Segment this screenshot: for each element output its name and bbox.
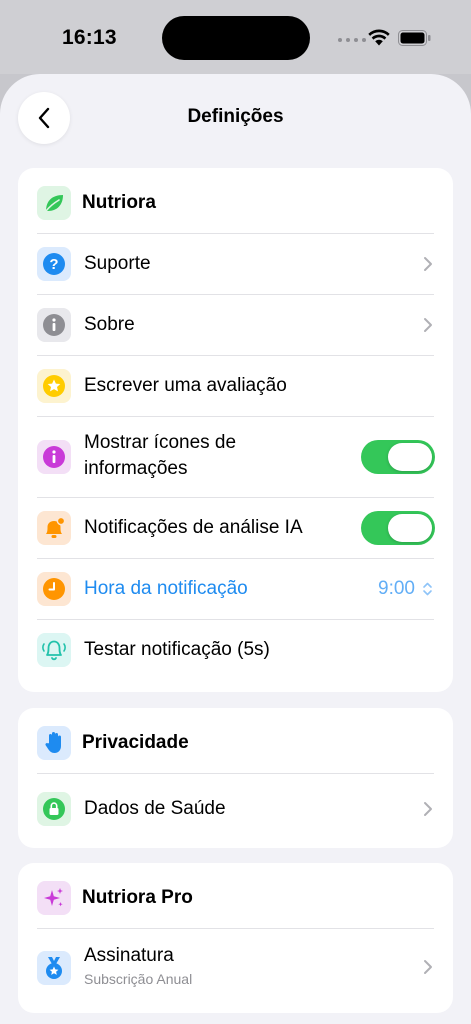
- notification-time-label: Hora da notificação: [84, 578, 248, 599]
- health-data-row[interactable]: Dados de Saúde: [18, 774, 453, 844]
- cellular-signal-icon: [338, 38, 366, 42]
- test-notification-label: Testar notificação (5s): [84, 639, 270, 660]
- status-time: 16:13: [62, 26, 117, 49]
- chevron-right-icon: [424, 318, 432, 332]
- medal-icon: [37, 951, 71, 985]
- support-row[interactable]: ? Suporte: [18, 234, 453, 294]
- section-header-nutriora: Nutriora: [82, 192, 156, 213]
- write-review-row[interactable]: Escrever uma avaliação: [18, 356, 453, 416]
- show-info-icons-row: Mostrar ícones de informações: [18, 417, 453, 497]
- bell-ringing-icon: [37, 633, 71, 667]
- dynamic-island: [162, 16, 310, 60]
- show-info-icons-label-line2: informações: [84, 458, 188, 479]
- subscription-row[interactable]: Assinatura Subscrição Anual: [18, 929, 453, 1009]
- settings-sheet: Definições Nutriora ? Suporte Sobre Escr…: [0, 74, 471, 1024]
- battery-icon: [398, 30, 431, 46]
- page-title: Definições: [187, 106, 284, 127]
- hand-raised-icon: [37, 726, 71, 760]
- subscription-plan-label: Subscrição Anual: [84, 971, 193, 987]
- svg-text:?: ?: [49, 256, 58, 273]
- info-icon: [37, 440, 71, 474]
- section-header-pro: Nutriora Pro: [82, 887, 193, 908]
- about-label: Sobre: [84, 314, 135, 335]
- bell-badge-icon: [37, 511, 71, 545]
- chevron-up-down-icon: [423, 582, 432, 596]
- chevron-right-icon: [424, 960, 432, 974]
- status-bar: 16:13: [0, 0, 471, 74]
- pro-card: Nutriora Pro Assinatura Subscrição Anual: [18, 863, 453, 1013]
- ai-notifications-toggle[interactable]: [361, 511, 435, 545]
- support-label: Suporte: [84, 253, 151, 274]
- notification-time-row[interactable]: Hora da notificação 9:00: [18, 559, 453, 619]
- ai-notifications-row: Notificações de análise IA: [18, 498, 453, 558]
- test-notification-row[interactable]: Testar notificação (5s): [18, 620, 453, 680]
- chevron-right-icon: [424, 257, 432, 271]
- subscription-label: Assinatura: [84, 945, 174, 966]
- star-icon: [37, 369, 71, 403]
- sparkles-icon: [37, 881, 71, 915]
- question-mark-icon: ?: [37, 247, 71, 281]
- clock-icon: [37, 572, 71, 606]
- show-info-icons-toggle[interactable]: [361, 440, 435, 474]
- show-info-icons-label: Mostrar ícones de informações: [84, 430, 236, 482]
- show-info-icons-label-line1: Mostrar ícones de: [84, 432, 237, 453]
- write-review-label: Escrever uma avaliação: [84, 375, 287, 396]
- info-icon: [37, 308, 71, 342]
- about-row[interactable]: Sobre: [18, 295, 453, 355]
- chevron-right-icon: [424, 802, 432, 816]
- health-data-label: Dados de Saúde: [84, 798, 226, 819]
- wifi-icon: [368, 29, 390, 46]
- ai-notifications-label: Notificações de análise IA: [84, 517, 303, 538]
- app-settings-card: Nutriora ? Suporte Sobre Escrever uma av…: [18, 168, 453, 692]
- section-header-privacy: Privacidade: [82, 732, 189, 753]
- leaf-icon: [37, 186, 71, 220]
- notification-time-value[interactable]: 9:00: [378, 576, 415, 602]
- privacy-card: Privacidade Dados de Saúde: [18, 708, 453, 848]
- lock-icon: [37, 792, 71, 826]
